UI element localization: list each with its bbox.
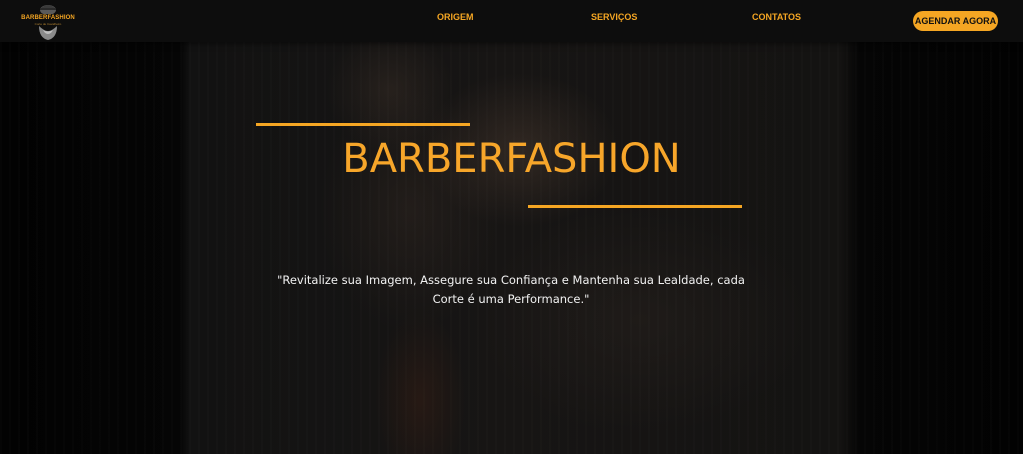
schedule-now-button[interactable]: AGENDAR AGORA [913,11,998,31]
decorative-line-bottom [528,205,742,208]
logo-title: BARBERFASHION [21,15,75,21]
nav-link-contatos[interactable]: CONTATOS [752,12,801,22]
decorative-line-top [256,123,470,126]
nav-link-servicos[interactable]: SERVIÇOS [591,12,637,22]
barber-head-icon [40,5,56,14]
brand-logo[interactable]: BARBERFASHION Corte de Cavalheiro [20,2,76,40]
hero-title: BARBERFASHION [342,136,681,182]
page: BARBERFASHION Corte de Cavalheiro ORIGEM… [0,0,1023,454]
nav-link-origem[interactable]: ORIGEM [437,12,474,22]
beard-icon [39,26,57,40]
site-header: BARBERFASHION Corte de Cavalheiro ORIGEM… [0,0,1023,42]
hero-background-image [0,0,1023,454]
hero-tagline: "Revitalize sua Imagem, Assegure sua Con… [277,273,745,306]
